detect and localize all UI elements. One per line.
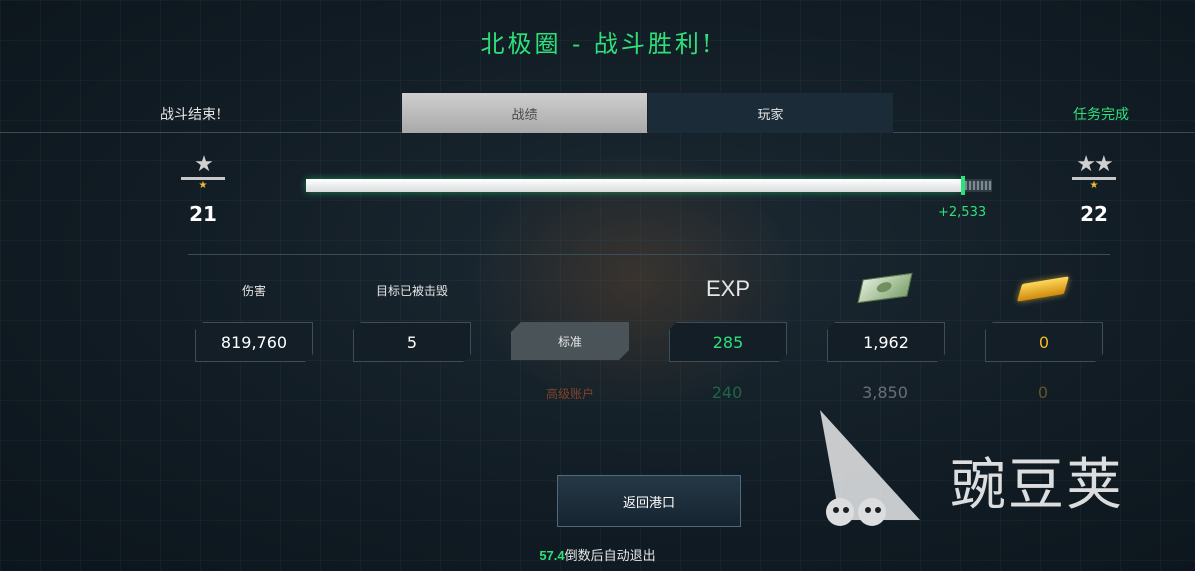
rank-sub-star-icon: ★ [1089, 180, 1099, 191]
countdown-suffix: 倒数后自动退出 [564, 549, 656, 564]
tab-stats[interactable]: 战绩 [402, 93, 647, 133]
exp-header: EXP [705, 276, 751, 301]
next-rank-level: 22 [1080, 202, 1108, 226]
wandoujia-logo-icon [820, 410, 920, 526]
countdown-seconds: 57.4 [539, 548, 565, 563]
standard-gold-value: 0 [985, 322, 1103, 362]
targets-value: 5 [353, 322, 471, 362]
premium-row-label: 高级账户 [545, 387, 594, 401]
damage-header: 伤害 [241, 284, 266, 298]
targets-destroyed-header: 目标已被击毁 [375, 284, 448, 298]
rank-star-icon: ★ [194, 152, 214, 177]
page-title: 北极圈 - 战斗胜利! [480, 30, 715, 58]
return-to-port-button[interactable]: 返回港口 [557, 475, 741, 527]
tab-players[interactable]: 玩家 [648, 93, 893, 133]
current-rank-level: 21 [189, 202, 217, 226]
current-rank: ★ ★ 21 [178, 154, 228, 226]
watermark-text: 豌豆荚 [950, 453, 1124, 518]
exp-progress-bar [306, 176, 992, 195]
exp-progress-remaining [965, 181, 992, 190]
stats-divider [188, 254, 1110, 255]
auto-exit-countdown: 57.4倒数后自动退出 [0, 545, 1195, 564]
premium-exp-value: 240 [711, 383, 743, 402]
battle-status-label: 战斗结束! [160, 107, 222, 123]
next-rank: ★★ ★ 22 [1069, 154, 1119, 226]
exp-progress-fill [306, 179, 961, 192]
standard-row-label: 标准 [511, 322, 629, 360]
watermark-logo: 豌豆荚 [810, 400, 1170, 540]
standard-exp-value: 285 [669, 322, 787, 362]
mission-status-label: 任务完成 [1073, 107, 1129, 123]
damage-value: 819,760 [195, 322, 313, 362]
rank-sub-star-icon: ★ [198, 180, 208, 191]
standard-cash-value: 1,962 [827, 322, 945, 362]
exp-gain-text: +2,533 [938, 205, 987, 220]
rank-stars-icon: ★★ [1076, 152, 1113, 177]
